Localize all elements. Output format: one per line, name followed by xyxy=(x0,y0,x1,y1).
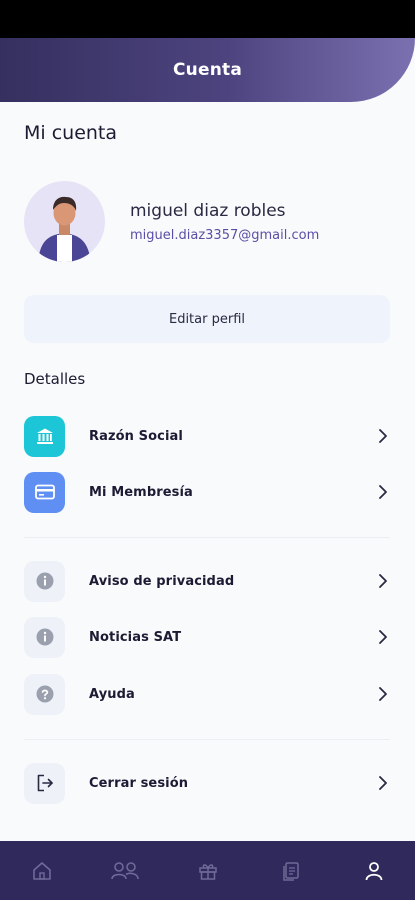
list-item-noticias-sat[interactable]: Noticias SAT xyxy=(24,615,390,659)
chevron-right-icon xyxy=(376,483,390,501)
home-icon[interactable] xyxy=(22,851,62,891)
avatar xyxy=(24,181,105,262)
gift-icon[interactable] xyxy=(188,851,228,891)
header-title: Cuenta xyxy=(172,60,242,80)
user-name: miguel diaz robles xyxy=(130,201,286,221)
list-item-label: Aviso de privacidad xyxy=(89,573,235,589)
bank-icon xyxy=(24,415,65,457)
documents-icon[interactable] xyxy=(271,851,311,891)
app-header: Cuenta xyxy=(0,38,415,102)
divider xyxy=(24,537,390,538)
logout-label: Cerrar sesión xyxy=(89,775,189,791)
chevron-right-icon xyxy=(376,427,390,445)
info-icon xyxy=(24,560,65,602)
divider xyxy=(24,739,390,740)
list-item-aviso-privacidad[interactable]: Aviso de privacidad xyxy=(24,559,390,603)
list-item-membresia[interactable]: Mi Membresía xyxy=(24,470,390,514)
list-item-label: Ayuda xyxy=(89,686,135,702)
logout-icon xyxy=(24,762,65,804)
bottom-nav xyxy=(0,841,415,900)
user-email[interactable]: miguel.diaz3357@gmail.com xyxy=(130,228,319,243)
card-icon xyxy=(24,471,65,513)
info-icon xyxy=(24,616,65,658)
list-item-ayuda[interactable]: Ayuda xyxy=(24,672,390,716)
profile-icon[interactable] xyxy=(354,851,394,891)
chevron-right-icon xyxy=(376,628,390,646)
edit-profile-button[interactable]: Editar perfil xyxy=(24,295,390,343)
chevron-right-icon xyxy=(376,572,390,590)
users-icon[interactable] xyxy=(105,851,145,891)
help-icon xyxy=(24,673,65,715)
details-heading: Detalles xyxy=(24,370,86,388)
logout-item[interactable]: Cerrar sesión xyxy=(24,761,390,805)
status-bar xyxy=(0,0,415,38)
list-item-label: Mi Membresía xyxy=(89,484,193,500)
chevron-right-icon xyxy=(376,685,390,703)
list-item-label: Razón Social xyxy=(89,428,183,444)
list-item-label: Noticias SAT xyxy=(89,629,182,645)
avatar-illustration xyxy=(38,196,91,262)
chevron-right-icon xyxy=(376,774,390,792)
page-title: Mi cuenta xyxy=(24,122,118,144)
list-item-razon-social[interactable]: Razón Social xyxy=(24,414,390,458)
